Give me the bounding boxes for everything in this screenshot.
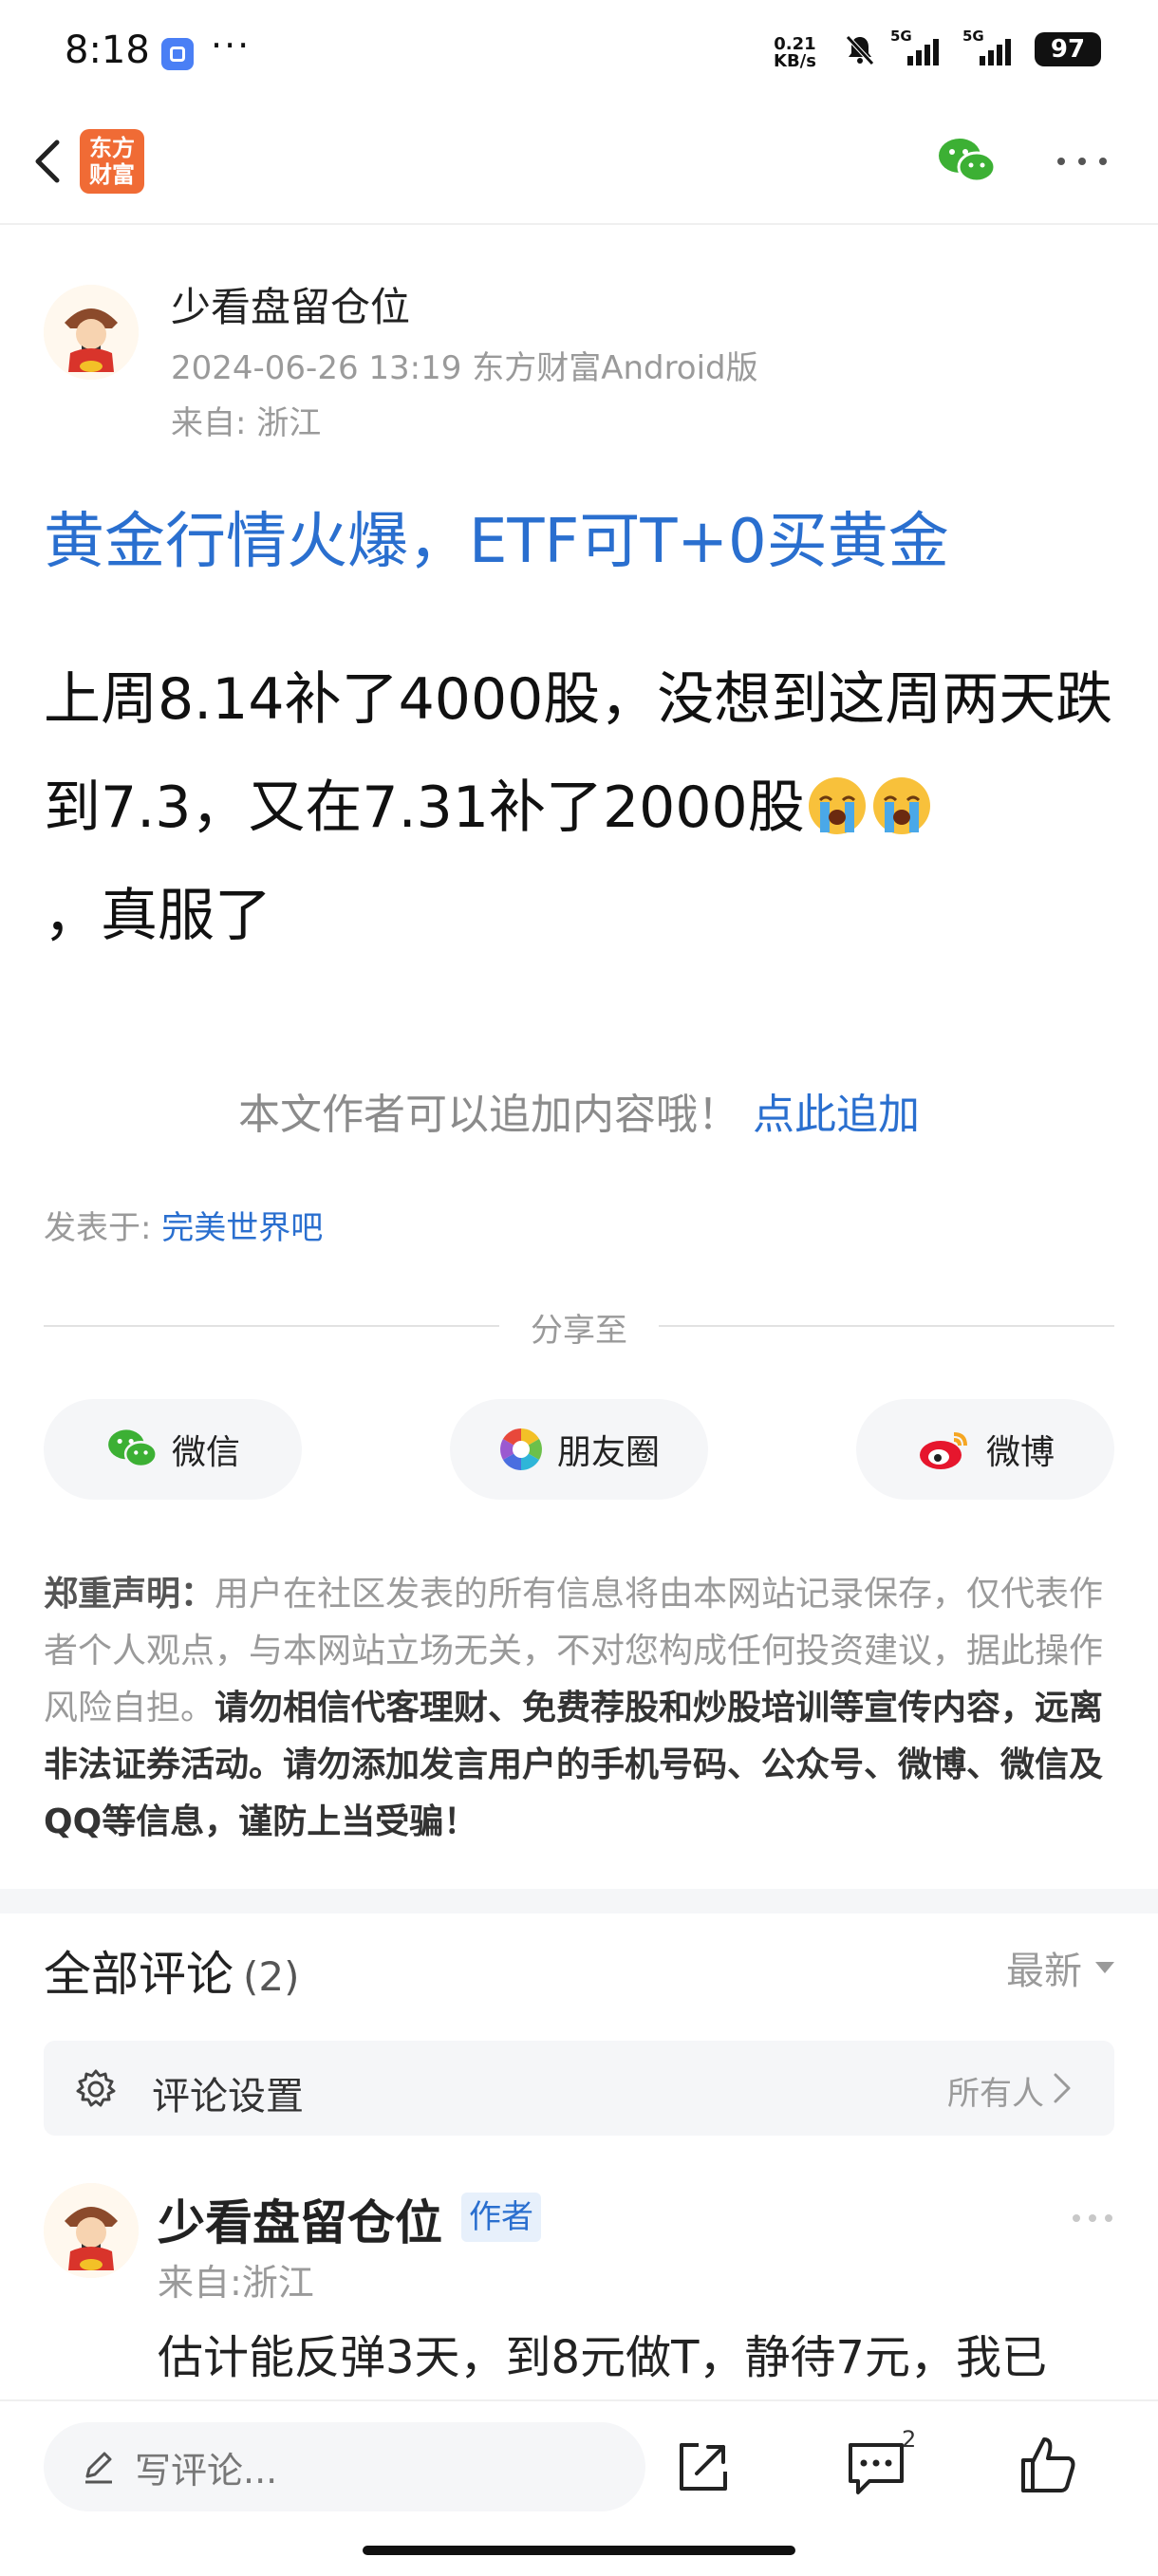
comment-text: 估计能反弹3天，到8元做T，静待7元，我已 bbox=[158, 2331, 1047, 2384]
append-content-hint: 本文作者可以追加内容哦！ 点此追加 bbox=[238, 1091, 920, 1139]
comment-more-icon[interactable] bbox=[1071, 2212, 1114, 2225]
chevron-right-icon bbox=[1054, 2073, 1071, 2103]
dropdown-triangle-icon bbox=[1095, 1962, 1114, 1973]
section-separator bbox=[0, 1889, 1158, 1913]
home-indicator[interactable] bbox=[363, 2546, 795, 2555]
weibo-icon bbox=[919, 1432, 967, 1469]
moments-icon bbox=[500, 1428, 542, 1470]
write-comment-input[interactable]: 写评论... bbox=[44, 2422, 645, 2511]
signal-icon-1: 5G bbox=[890, 28, 949, 65]
more-icon[interactable] bbox=[1054, 152, 1111, 171]
post-meta: 2024-06-26 13:19 东方财富Android版 bbox=[171, 349, 758, 387]
post-body: 上周8.14补了4000股，没想到这周两天跌到7.3，又在7.31补了2000股… bbox=[44, 666, 1113, 949]
disclaimer: 郑重声明：用户在社区发表的所有信息将由本网站记录保存，仅代表作者个人观点，与本网… bbox=[44, 1575, 1104, 1841]
back-icon[interactable] bbox=[21, 133, 78, 190]
share-weibo-label: 微博 bbox=[985, 1433, 1055, 1472]
share-moments-button[interactable]: 朋友圈 bbox=[450, 1399, 708, 1500]
post-title: 黄金行情火爆，ETF可T+0买黄金 bbox=[44, 507, 949, 577]
gear-icon bbox=[76, 2069, 116, 2107]
share-icon[interactable] bbox=[672, 2436, 735, 2498]
status-time: 8:18 bbox=[65, 28, 150, 72]
signal-icon-2: 5G bbox=[962, 28, 1021, 65]
forum-link[interactable]: 完美世界吧 bbox=[161, 1209, 323, 1247]
author-avatar[interactable] bbox=[44, 285, 139, 380]
mute-bell-icon bbox=[846, 35, 874, 65]
comment-settings-value: 所有人 bbox=[947, 2075, 1044, 2113]
share-wechat-label: 微信 bbox=[171, 1433, 240, 1472]
nav-divider bbox=[0, 223, 1158, 225]
share-wechat-button[interactable]: 微信 bbox=[44, 1399, 302, 1500]
comment-avatar[interactable] bbox=[44, 2183, 139, 2278]
comment-location: 来自:浙江 bbox=[158, 2262, 314, 2304]
share-moments-label: 朋友圈 bbox=[556, 1433, 660, 1472]
write-comment-placeholder: 写评论... bbox=[135, 2449, 278, 2492]
status-indicators: 5G 5G 97 bbox=[843, 28, 1101, 66]
wechat-icon bbox=[108, 1429, 158, 1468]
comment-settings-label: 评论设置 bbox=[152, 2075, 304, 2119]
post-location: 来自: 浙江 bbox=[171, 404, 322, 442]
share-label: 分享至 bbox=[531, 1312, 627, 1350]
author-badge: 作者 bbox=[461, 2193, 541, 2242]
net-speed: 0.21 KB/s bbox=[774, 34, 816, 71]
app-logo: 东方 财富 bbox=[80, 129, 144, 194]
like-icon[interactable] bbox=[1016, 2434, 1078, 2496]
share-weibo-button[interactable]: 微博 bbox=[856, 1399, 1114, 1500]
app-notification-icon bbox=[161, 38, 194, 70]
author-name[interactable]: 少看盘留仓位 bbox=[171, 275, 410, 333]
comments-title: 全部评论 (2) bbox=[44, 1947, 300, 2002]
battery-icon: 97 bbox=[1035, 32, 1101, 66]
status-more-icon: ··· bbox=[211, 25, 252, 66]
wechat-icon[interactable] bbox=[936, 135, 997, 188]
sort-dropdown[interactable]: 最新 bbox=[1006, 1940, 1114, 1995]
append-content-link[interactable]: 点此追加 bbox=[753, 1091, 920, 1139]
god-of-wealth-avatar-icon bbox=[44, 285, 139, 380]
comment-count-badge: 2 bbox=[902, 2426, 917, 2453]
god-of-wealth-avatar-icon bbox=[44, 2183, 139, 2278]
comment-icon[interactable] bbox=[845, 2437, 907, 2500]
posted-in: 发表于: 完美世界吧 bbox=[44, 1209, 324, 1247]
comment-author-name[interactable]: 少看盘留仓位 bbox=[158, 2185, 442, 2253]
crying-emoji-icon bbox=[808, 777, 866, 834]
crying-emoji-icon bbox=[872, 777, 930, 834]
pencil-icon bbox=[85, 2452, 112, 2484]
